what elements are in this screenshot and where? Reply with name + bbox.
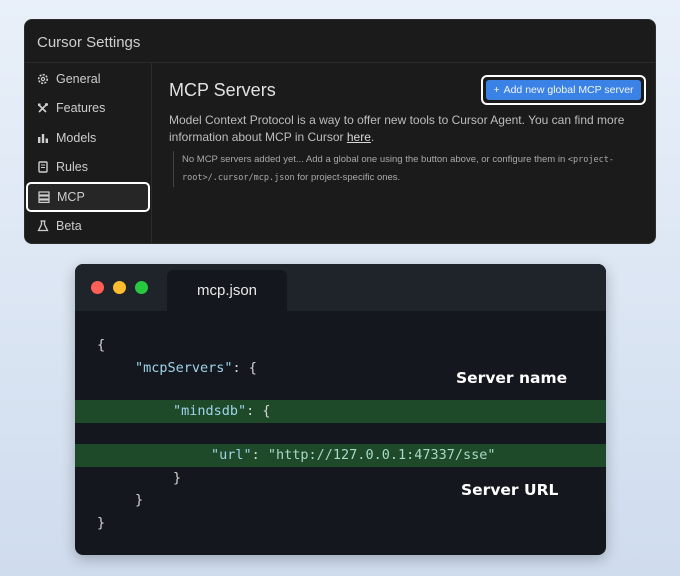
sidebar-item-rules[interactable]: Rules: [25, 153, 151, 183]
editor-titlebar: mcp.json: [75, 264, 606, 311]
file-tab[interactable]: mcp.json: [167, 270, 287, 311]
sidebar-item-label: Features: [56, 101, 106, 116]
plus-icon: +: [493, 84, 500, 96]
sidebar-item-label: Models: [56, 130, 97, 145]
add-button-label: Add new global MCP server: [503, 84, 634, 96]
header-divider: [25, 62, 655, 63]
add-global-mcp-server-button[interactable]: + Add new global MCP server: [486, 80, 641, 100]
code-line-6: }: [135, 492, 144, 508]
annotation-server-name: Server name: [456, 369, 568, 387]
bar-chart-icon: [37, 132, 49, 144]
annotation-server-url: Server URL: [461, 481, 559, 499]
description-text: Model Context Protocol is a way to offer…: [169, 113, 625, 144]
cursor-settings-window: Cursor Settings General Features Models: [24, 19, 656, 244]
note-text-end: for project-specific ones.: [297, 172, 401, 183]
close-window-button[interactable]: [91, 281, 104, 294]
settings-sidebar: General Features Models Rules MCP Beta: [25, 64, 151, 241]
sidebar-item-beta[interactable]: Beta: [25, 212, 151, 242]
sidebar-item-models[interactable]: Models: [25, 123, 151, 153]
code-line-7: }: [97, 515, 106, 531]
sidebar-item-label: General: [56, 71, 101, 86]
code-line-1: {: [97, 337, 106, 353]
sidebar-item-label: MCP: [57, 189, 85, 204]
code-area: { "mcpServers": { "mindsdb": { "url": "h…: [75, 311, 606, 555]
highlight-server-name: [75, 400, 606, 423]
note-text: No MCP servers added yet... Add a global…: [182, 154, 566, 165]
sidebar-item-label: Beta: [56, 219, 82, 234]
document-icon: [37, 161, 49, 173]
empty-state-note: No MCP servers added yet... Add a global…: [173, 151, 633, 187]
code-line-2: "mcpServers": {: [135, 360, 257, 376]
sidebar-item-mcp[interactable]: MCP: [26, 182, 150, 212]
learn-more-link[interactable]: here: [347, 130, 371, 144]
tools-icon: [37, 102, 49, 114]
sidebar-item-features[interactable]: Features: [25, 94, 151, 124]
flask-icon: [37, 220, 49, 232]
server-icon: [38, 191, 50, 203]
sidebar-divider: [151, 62, 152, 243]
sidebar-item-general[interactable]: General: [25, 64, 151, 94]
sidebar-item-label: Rules: [56, 160, 88, 175]
gear-icon: [37, 73, 49, 85]
minimize-window-button[interactable]: [113, 281, 126, 294]
code-editor-window: mcp.json { "mcpServers": { "mindsdb": { …: [75, 264, 606, 555]
code-line-3: "mindsdb": {: [173, 403, 271, 419]
page-title: MCP Servers: [169, 80, 276, 100]
code-line-4: "url": "http://127.0.0.1:47337/sse": [211, 447, 496, 463]
settings-title: Cursor Settings: [37, 34, 141, 51]
maximize-window-button[interactable]: [135, 281, 148, 294]
code-line-5: }: [173, 470, 182, 486]
mcp-description: Model Context Protocol is a way to offer…: [169, 113, 625, 144]
